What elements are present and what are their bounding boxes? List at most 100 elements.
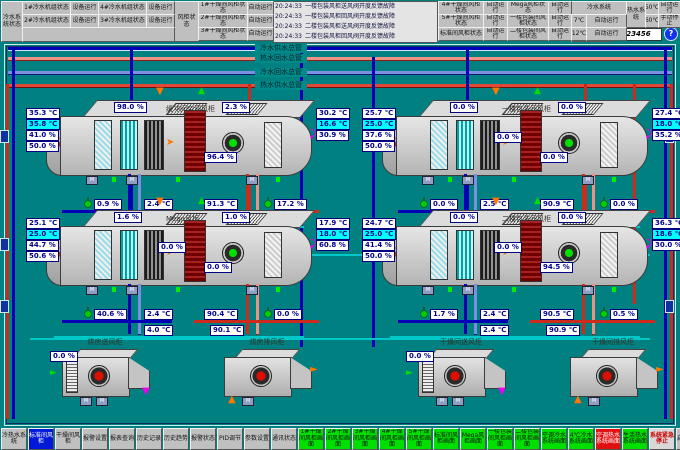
- fan-unit-label: 烘房送风柜: [50, 337, 160, 347]
- alarm-row[interactable]: 20:24:33二楼包装风柜回风阀开度反馈故障: [274, 32, 437, 42]
- nav-button-3#干燥间风柜画面[interactable]: 3#干燥间风柜画面: [352, 428, 378, 450]
- outlet-section: [600, 122, 618, 168]
- fan-run-status[interactable]: 自动运行: [548, 27, 572, 41]
- inlet-arrow-icon: ►: [50, 369, 57, 378]
- hot-valve-opening-badge: 17.2 %: [274, 199, 307, 210]
- alarm-row[interactable]: 20:24:33一楼包装风柜送风阀开度反馈故障: [274, 2, 437, 12]
- hot-water-valve[interactable]: [264, 200, 272, 208]
- nav-button-干燥间风柜[interactable]: 干燥间风柜: [55, 428, 81, 450]
- hot-supply-temp-badge: 90.5 ℃: [540, 309, 574, 320]
- hot-water-valve[interactable]: [600, 200, 608, 208]
- hot-water-temp: 50℃: [645, 1, 659, 15]
- hot-water-mode[interactable]: 自动运行: [658, 1, 680, 15]
- nav-button-二楼包装间风柜画面[interactable]: 二楼包装间风柜画面: [514, 428, 540, 450]
- fan-run-status[interactable]: 自动运行: [483, 1, 508, 15]
- chiller-run-status[interactable]: 设备运行: [70, 14, 99, 28]
- fan-impeller-icon: [250, 365, 272, 387]
- exhaust-up-arrow-icon: ▲: [198, 87, 205, 96]
- status-dot: [276, 287, 280, 292]
- nav-button-4℃冷水系统画面[interactable]: 4℃冷水系统画面: [568, 428, 594, 450]
- alarm-list[interactable]: 20:24:33一楼包装风柜送风阀开度反馈故障20:24:33一楼包装风柜回风阀…: [273, 1, 438, 43]
- chiller-run-status[interactable]: 设备运行: [70, 1, 99, 15]
- damper-actuator: M: [86, 286, 98, 295]
- chilled-water-pipe: [474, 284, 477, 334]
- nav-button-报表查询[interactable]: 报表查询: [109, 428, 135, 450]
- nav-button-一楼包装间风柜画面[interactable]: 一楼包装间风柜画面: [487, 428, 513, 450]
- chilled-water-temp: 12℃: [571, 27, 587, 41]
- nav-button-冷热水系统[interactable]: 冷热水系统: [1, 428, 27, 450]
- nav-button-通讯状态[interactable]: 通讯状态: [271, 428, 297, 450]
- nav-button-PID调节[interactable]: PID调节: [217, 428, 243, 450]
- supply-temp-setpoint-badge: 18.6 ℃: [652, 229, 680, 240]
- chiller-run-status[interactable]: 设备运行: [146, 1, 175, 15]
- nav-button-4#干燥间风柜画面[interactable]: 4#干燥间风柜画面: [379, 428, 405, 450]
- chiller-run-status[interactable]: 设备运行: [146, 14, 175, 28]
- hvac-scada-screen: { "colors":{"background":"#008080","pane…: [0, 0, 680, 450]
- nav-button-历史趋势[interactable]: 历史趋势: [163, 428, 189, 450]
- fan-group-label: 风柜状态: [174, 1, 199, 42]
- nav-button-空调冷水系统画面[interactable]: 空调冷水系统画面: [541, 428, 567, 450]
- hot-supply-main-pipe: [8, 84, 672, 87]
- alarm-row[interactable]: 20:24:33二楼包装风柜送风阀开度反馈故障: [274, 22, 437, 32]
- nav-button-1#干燥间风柜画面[interactable]: 1#干燥间风柜画面: [298, 428, 324, 450]
- fan-run-status[interactable]: 自动运行: [483, 14, 508, 28]
- chilled-water-pipe: [138, 284, 141, 334]
- nav-button-标准间风柜画面[interactable]: 标准间风柜画面: [433, 428, 459, 450]
- nav-button-生活热水系统画面[interactable]: 生活热水系统画面: [622, 428, 648, 450]
- nav-button-系统紧急停止[interactable]: 系统紧急停止: [649, 428, 675, 450]
- fan-run-status[interactable]: 自动运行: [247, 14, 274, 28]
- chilled-water-valve[interactable]: [420, 200, 428, 208]
- chilled-water-mode[interactable]: 自动运行: [586, 14, 627, 28]
- status-dot: [448, 287, 452, 292]
- damper-section: [144, 120, 164, 170]
- chilled-water-valve[interactable]: [84, 200, 92, 208]
- cooling-coil-section: [120, 120, 138, 170]
- hot-water-pipe: [194, 320, 319, 323]
- chilled-water-valve[interactable]: [420, 310, 428, 318]
- hot-water-system-label: 热水系统: [626, 1, 646, 28]
- hot-water-valve[interactable]: [600, 310, 608, 318]
- damper-position-badge: 98.0 %: [114, 102, 147, 113]
- nav-button-参数设置[interactable]: 参数设置: [244, 428, 270, 450]
- nav-button-历史记录[interactable]: 历史记录: [136, 428, 162, 450]
- fan-run-status[interactable]: 自动运行: [548, 14, 572, 28]
- alarm-row[interactable]: 20:24:33一楼包装风柜回风阀开度反馈故障: [274, 12, 437, 22]
- left-cold-riser: [12, 47, 15, 419]
- nav-button-报警状态[interactable]: 报警状态: [190, 428, 216, 450]
- nav-button-启停输入[interactable]: 启停输入: [676, 428, 680, 450]
- fan-run-status[interactable]: 自动运行: [483, 27, 508, 41]
- chilled-water-mode[interactable]: 自动运行: [586, 27, 627, 41]
- damper-position-badge: 0.0 %: [450, 102, 478, 113]
- humidity-setpoint-badge: 50.0 %: [362, 141, 395, 152]
- nav-button-5#干燥间风柜画面[interactable]: 5#干燥间风柜画面: [406, 428, 432, 450]
- help-button[interactable]: ?: [664, 27, 678, 41]
- exhaust-out-arrow-icon: ►: [310, 365, 318, 375]
- fan-run-status[interactable]: 自动运行: [548, 1, 572, 15]
- fan-outlet-duct: [290, 357, 312, 389]
- hot-supply-main-label: 热水供水总管: [255, 81, 307, 90]
- fan-status-name: 1#干燥间风柜状态: [198, 1, 248, 15]
- fan-status-name: 二楼包装间风柜状态: [507, 27, 549, 41]
- chilled-return-temp-badge: 4.0 ℃: [144, 325, 173, 336]
- hot-water-mode[interactable]: 手动停止: [658, 14, 680, 28]
- alarm-message: 二楼包装风柜回风阀开度反馈故障: [305, 32, 437, 42]
- damper-actuator: M: [246, 176, 258, 185]
- alarm-message: 一楼包装风柜送风阀开度反馈故障: [305, 2, 437, 12]
- return-air-humidity-badge: 41.0 %: [26, 130, 59, 141]
- nav-button-标准间风柜[interactable]: 标准间风柜: [28, 428, 54, 450]
- chilled-water-valve[interactable]: [84, 310, 92, 318]
- nav-button-报警设置[interactable]: 报警设置: [82, 428, 108, 450]
- damper-position-badge: 1.0 %: [222, 212, 250, 223]
- fan-run-status[interactable]: 自动运行: [247, 1, 274, 15]
- nav-button-Mega风柜画面[interactable]: Mega风柜画面: [460, 428, 486, 450]
- damper-actuator: M: [422, 286, 434, 295]
- exhaust-in-arrow-icon: ▲: [574, 395, 582, 405]
- hot-water-valve[interactable]: [264, 310, 272, 318]
- hot-return-main-pipe: [8, 57, 672, 60]
- nav-button-2#干燥间风柜画面[interactable]: 2#干燥间风柜画面: [325, 428, 351, 450]
- damper-actuator: M: [436, 397, 448, 406]
- nav-button-空调热水系统画面[interactable]: 空调热水系统画面: [595, 428, 621, 450]
- fan-run-status[interactable]: 自动运行: [247, 27, 274, 41]
- fan-speed-badge: 0.0 %: [406, 351, 434, 362]
- return-air-humidity-badge: 37.6 %: [362, 130, 395, 141]
